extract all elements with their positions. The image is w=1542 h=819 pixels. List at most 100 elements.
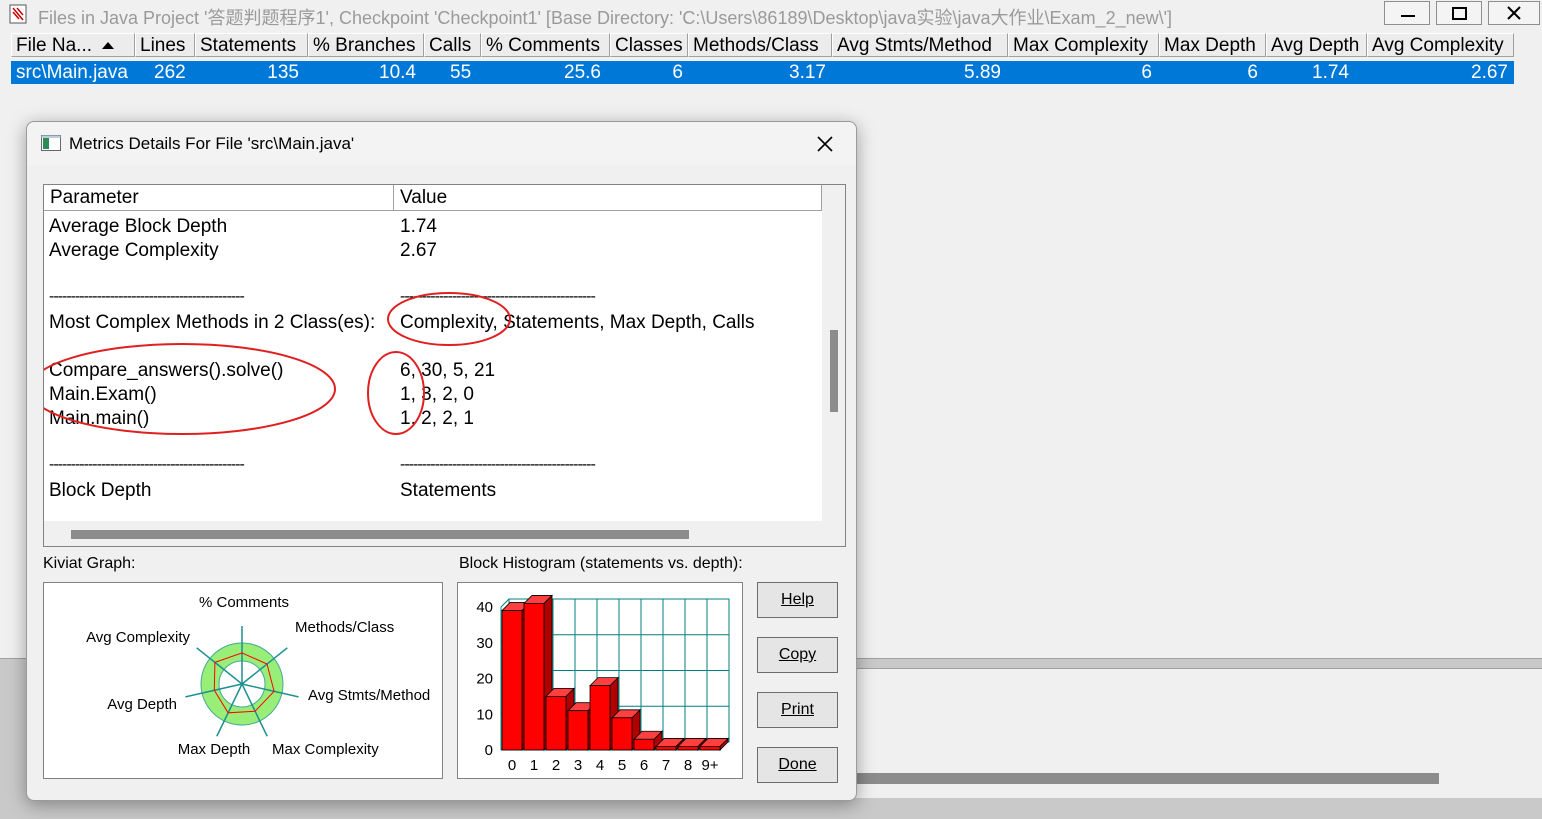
minimize-icon [1401,15,1415,17]
main-titlebar: Files in Java Project '答题判题程序1', Checkpo… [0,0,1542,29]
detail-value: 1, 2, 2, 1 [400,408,474,429]
histogram-bar [545,695,567,751]
main-scrollbar-thumb[interactable] [853,773,1439,784]
column-header-9[interactable]: Max Complexity [1008,33,1159,57]
column-header-2[interactable]: Statements [195,33,308,57]
block-histogram: 0 10 20 30 40 0 1 2 3 4 5 6 7 8 9+ [457,582,743,779]
done-button[interactable]: Done [757,747,838,783]
histogram-xtick-label: 5 [618,757,626,774]
cell-8: 5.89 [964,62,1001,83]
column-header-label: File Na... [16,35,93,56]
kiviat-axis-label: Max Depth [178,741,251,758]
histogram-bar [699,746,721,751]
histogram-bar [633,738,655,751]
cell-5: 25.6 [564,62,601,83]
header-value[interactable]: Value [394,185,822,211]
cell-2: 135 [267,62,299,83]
metrics-details-dialog: Metrics Details For File 'src\Main.java'… [26,121,857,801]
histogram-xtick-label: 6 [640,757,648,774]
details-header: Parameter Value [44,185,822,212]
detail-value: Statements [400,480,497,501]
table-header-row: File Na... Lines Statements% Branches Calls… [11,33,1514,59]
help-button[interactable]: Help [757,582,838,618]
header-parameter[interactable]: Parameter [44,185,394,211]
histogram-xtick-label: 8 [684,757,692,774]
histogram-label: Block Histogram (statements vs. depth): [459,555,743,572]
column-header-12[interactable]: Avg Complexity [1367,33,1514,57]
close-window-button[interactable] [1488,1,1540,25]
column-header-11[interactable]: Avg Depth [1266,33,1367,57]
minimize-button[interactable] [1384,1,1430,25]
histogram-bar [677,746,699,751]
details-vertical-scrollbar[interactable] [822,185,845,521]
column-header-5[interactable]: % Comments [481,33,610,57]
close-icon[interactable] [813,132,837,156]
histogram-ytick-label: 10 [476,706,493,723]
background-panel [855,668,1542,765]
detail-param: Most Complex Methods in 2 Class(es): [49,312,376,333]
cell-3: 10.4 [379,62,416,83]
kiviat-axis-label: Methods/Class [295,619,394,636]
kiviat-axis-label: Avg Complexity [86,629,190,646]
histogram-xtick-label: 2 [552,757,560,774]
dialog-window-icon [41,135,61,151]
histogram-ytick-label: 30 [476,635,493,652]
detail-value: 1, 3, 2, 0 [400,384,474,405]
detail-value: 2.67 [400,240,437,261]
cell-11: 1.74 [1312,62,1349,83]
detail-value: ----------------------------------------… [400,288,596,305]
column-header-7[interactable]: Methods/Class [688,33,832,57]
histogram-xtick-label: 7 [662,757,670,774]
column-header-6[interactable]: Classes [610,33,688,57]
cell-6: 6 [672,62,683,83]
details-horizontal-scrollbar[interactable] [44,521,845,546]
histogram-bar [567,710,589,751]
column-header-4[interactable]: Calls [424,33,481,57]
maximize-button[interactable] [1436,1,1482,25]
copy-button[interactable]: Copy [757,637,838,673]
detail-param: ----------------------------------------… [49,288,245,305]
cell-4: 55 [450,62,472,83]
kiviat-graph: % Comments Methods/Class Avg Stmts/Method M… [43,582,443,779]
kiviat-graph-svg: % Comments Methods/Class Avg Stmts/Method M… [86,594,430,758]
details-vertical-scroll-thumb[interactable] [830,330,838,412]
cell-10: 6 [1247,62,1258,83]
histogram-bar [655,746,677,751]
column-header-1[interactable]: Lines [135,33,195,57]
histogram-ytick-label: 20 [476,671,493,688]
column-header-10[interactable]: Max Depth [1159,33,1266,57]
column-header-3[interactable]: % Branches [308,33,424,57]
maximize-icon [1452,7,1467,20]
histogram-chart-svg: 0102030400 1 2 3 4 5 6 7 8 9+ [476,594,730,774]
dialog-title: Metrics Details For File 'src\Main.java' [69,134,355,153]
kiviat-axis-label: Avg Depth [107,696,177,713]
histogram-ytick-label: 0 [485,742,493,759]
histogram-bar [589,685,611,751]
histogram-bar [523,603,545,751]
close-icon [1507,6,1521,20]
detail-value: ----------------------------------------… [400,456,596,473]
detail-param: Average Complexity [49,240,219,261]
table-row-selected[interactable]: src\Main.java 262 135 10.4 55 25.6 6 3.17 5.89 6 6… [11,61,1514,84]
cell-1: 262 [154,62,186,83]
detail-param: Average Block Depth [49,216,228,237]
histogram-xtick-label: 9+ [701,757,718,774]
print-button[interactable]: Print [757,692,838,728]
histogram-xtick-label: 4 [596,757,604,774]
detail-param: Main.main() [49,408,150,429]
histogram-xtick-label: 3 [574,757,582,774]
histogram-xtick-label: 1 [530,757,538,774]
histogram-xtick-label: 0 [508,757,516,774]
details-horizontal-scroll-thumb[interactable] [71,530,689,539]
dialog-titlebar: Metrics Details For File 'src\Main.java' [27,122,856,166]
app-icon [9,4,27,24]
histogram-bar [501,610,523,751]
column-header-8[interactable]: Avg Stmts/Method [832,33,1008,57]
detail-value: 1.74 [400,216,437,237]
detail-param: ----------------------------------------… [49,456,245,473]
detail-param: Main.Exam() [49,384,157,405]
column-header-0[interactable]: File Na... [11,33,135,57]
cell-12: 2.67 [1471,62,1508,83]
detail-value: Complexity, Statements, Max Depth, Calls [400,312,755,333]
main-window-title: Files in Java Project '答题判题程序1', Checkpo… [38,8,1173,28]
